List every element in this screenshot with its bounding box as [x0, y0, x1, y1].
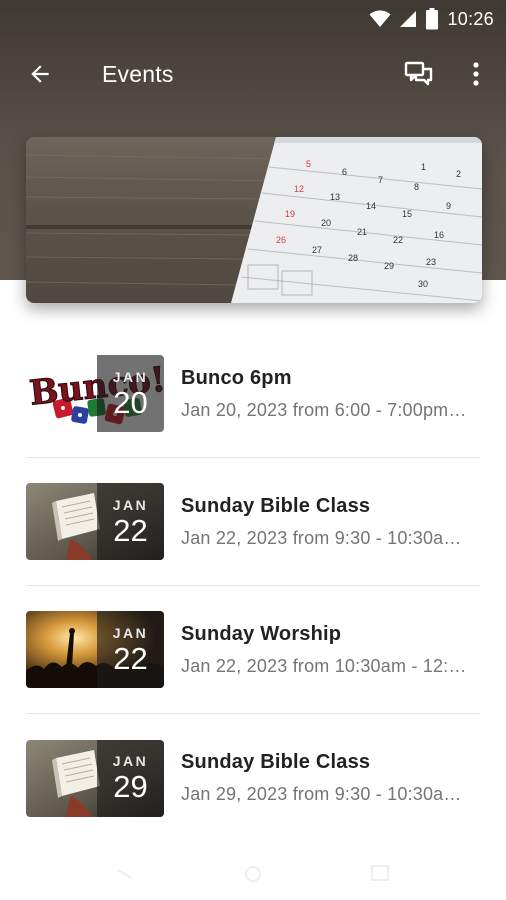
events-banner-image: 5 6 7 8 1 2 12 13 14 15 9 19 20 21 22 16…	[26, 137, 482, 303]
more-vert-icon	[473, 62, 479, 86]
event-subtitle: Jan 22, 2023 from 10:30am - 12:…	[181, 655, 467, 676]
wifi-icon	[369, 10, 391, 27]
status-bar: 10:26	[0, 0, 506, 38]
nav-bar-hint	[117, 865, 389, 882]
date-day: 22	[113, 512, 148, 548]
svg-text:27: 27	[312, 245, 322, 255]
date-badge: JAN 20	[97, 355, 164, 432]
event-thumbnail: JAN 22	[26, 483, 164, 560]
date-badge: JAN 22	[97, 611, 164, 688]
svg-text:14: 14	[366, 201, 376, 211]
date-badge: JAN 22	[97, 483, 164, 560]
event-text: Sunday Bible Class Jan 22, 2023 from 9:3…	[181, 495, 480, 549]
svg-text:2: 2	[456, 169, 461, 179]
svg-text:19: 19	[285, 209, 295, 219]
date-day: 29	[113, 769, 148, 804]
svg-text:30: 30	[418, 279, 428, 289]
chat-button[interactable]	[392, 44, 446, 104]
more-options-button[interactable]	[446, 44, 506, 104]
event-thumbnail: JAN 29	[26, 739, 164, 817]
svg-text:29: 29	[384, 261, 394, 271]
back-button[interactable]	[0, 44, 80, 104]
arrow-left-icon	[31, 65, 49, 83]
list-item[interactable]: JAN 22 Sunday Bible Class Jan 22, 2023 f…	[26, 458, 480, 586]
date-month: JAN	[112, 753, 149, 769]
page-title: Events	[102, 60, 174, 87]
svg-text:7: 7	[378, 175, 383, 185]
event-text: Sunday Worship Jan 22, 2023 from 10:30am…	[181, 623, 480, 677]
cell-signal-icon	[400, 11, 417, 27]
svg-text:28: 28	[348, 253, 358, 263]
svg-text:5: 5	[306, 159, 311, 169]
toolbar: Events	[0, 44, 506, 104]
event-subtitle: Jan 29, 2023 from 9:30 - 10:30a…	[181, 784, 462, 804]
system-nav-bar	[0, 860, 506, 890]
event-title: Sunday Bible Class	[181, 494, 371, 517]
svg-text:13: 13	[330, 192, 340, 202]
svg-text:1: 1	[421, 162, 426, 172]
event-title: Bunco 6pm	[181, 366, 292, 389]
event-subtitle: Jan 22, 2023 from 9:30 - 10:30a…	[181, 527, 462, 548]
event-text: Sunday Bible Class Jan 29, 2023 from 9:3…	[181, 751, 480, 805]
svg-text:9: 9	[446, 201, 451, 211]
svg-text:26: 26	[276, 235, 286, 245]
svg-text:12: 12	[294, 184, 304, 194]
svg-text:21: 21	[357, 227, 367, 237]
svg-text:23: 23	[426, 257, 436, 267]
svg-text:22: 22	[393, 235, 403, 245]
battery-icon	[426, 8, 439, 30]
svg-text:8: 8	[414, 182, 419, 192]
event-thumbnail: JAN 22	[26, 611, 164, 688]
calendar-on-wood-photo: 5 6 7 8 1 2 12 13 14 15 9 19 20 21 22 16…	[26, 137, 482, 303]
svg-text:15: 15	[402, 209, 412, 219]
event-subtitle: Jan 20, 2023 from 6:00 - 7:00pm…	[181, 399, 467, 420]
events-list: Bunco! JAN 20 Bunco 6pm Jan 20, 2023 fro…	[26, 330, 480, 842]
list-item[interactable]: JAN 22 Sunday Worship Jan 22, 2023 from …	[26, 586, 480, 714]
svg-text:6: 6	[342, 167, 347, 177]
svg-text:16: 16	[434, 230, 444, 240]
chat-bubbles-icon	[404, 61, 433, 86]
date-badge: JAN 29	[97, 739, 164, 817]
date-day: 20	[113, 384, 148, 420]
status-time: 10:26	[447, 8, 494, 29]
event-title: Sunday Bible Class	[181, 751, 371, 773]
date-day: 22	[113, 640, 148, 676]
list-item[interactable]: Bunco! JAN 20 Bunco 6pm Jan 20, 2023 fro…	[26, 330, 480, 458]
date-month: JAN	[112, 624, 149, 641]
date-month: JAN	[112, 496, 149, 513]
event-text: Bunco 6pm Jan 20, 2023 from 6:00 - 7:00p…	[181, 367, 480, 421]
date-month: JAN	[112, 368, 149, 385]
event-title: Sunday Worship	[181, 622, 342, 645]
list-item[interactable]: JAN 29 Sunday Bible Class Jan 29, 2023 f…	[26, 714, 480, 842]
event-thumbnail: Bunco! JAN 20	[26, 355, 164, 432]
svg-text:20: 20	[321, 218, 331, 228]
